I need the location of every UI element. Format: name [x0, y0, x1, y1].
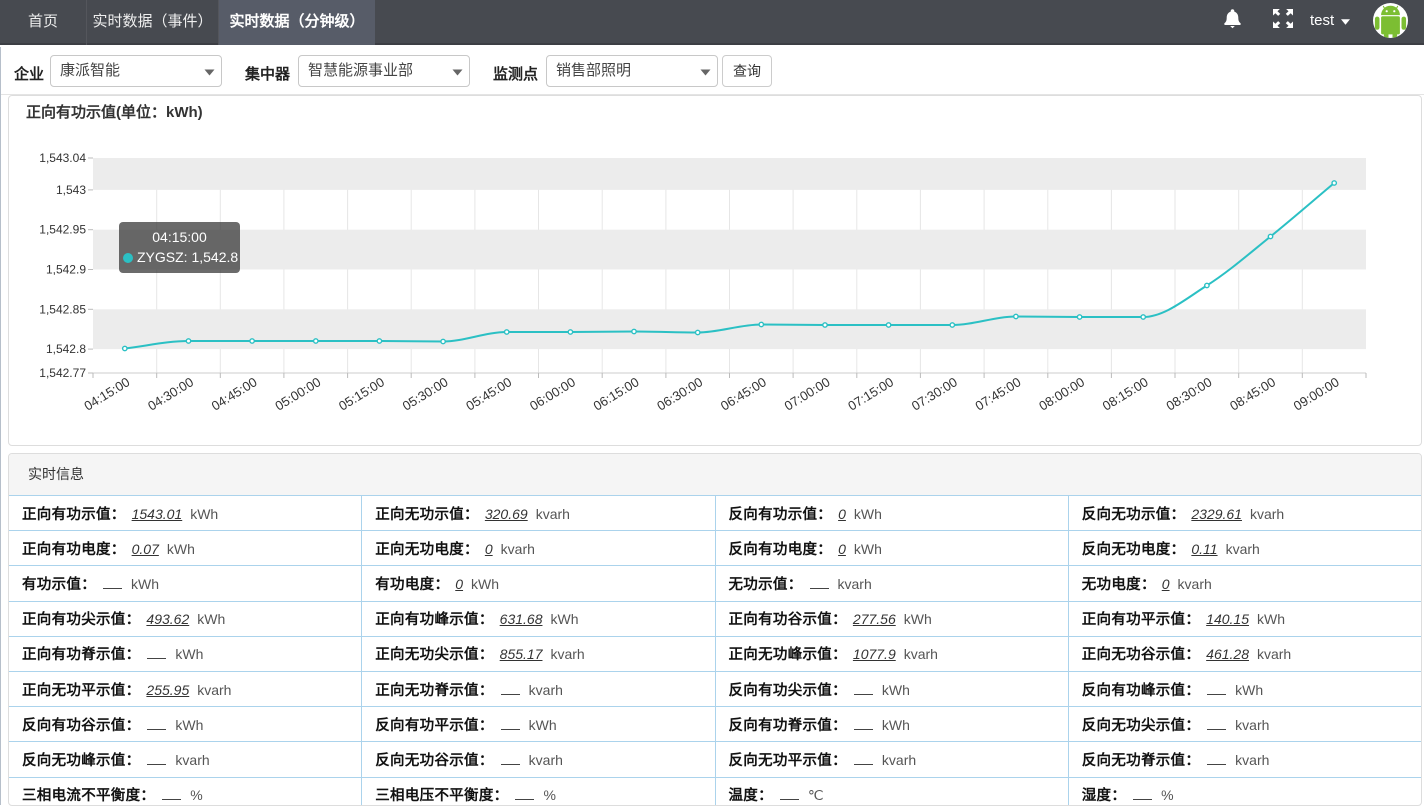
- svg-text:04:45:00: 04:45:00: [209, 374, 260, 413]
- svg-text:07:15:00: 07:15:00: [845, 374, 896, 413]
- svg-text:04:30:00: 04:30:00: [145, 374, 196, 413]
- svg-text:1,542.85: 1,542.85: [39, 302, 86, 316]
- svg-text:09:00:00: 09:00:00: [1291, 374, 1342, 413]
- svg-text:1,542.77: 1,542.77: [39, 366, 86, 380]
- svg-text:06:45:00: 06:45:00: [718, 374, 769, 413]
- svg-text:1,542.9: 1,542.9: [46, 263, 86, 277]
- svg-text:08:00:00: 08:00:00: [1036, 374, 1087, 413]
- svg-text:08:45:00: 08:45:00: [1227, 374, 1278, 413]
- svg-text:08:30:00: 08:30:00: [1163, 374, 1214, 413]
- svg-text:1,543: 1,543: [56, 183, 86, 197]
- svg-text:08:15:00: 08:15:00: [1100, 374, 1151, 413]
- svg-text:1,542.8: 1,542.8: [46, 342, 86, 356]
- svg-text:06:00:00: 06:00:00: [527, 374, 578, 413]
- svg-text:06:30:00: 06:30:00: [654, 374, 705, 413]
- svg-text:04:15:00: 04:15:00: [81, 374, 132, 413]
- svg-text:05:45:00: 05:45:00: [463, 374, 514, 413]
- svg-text:05:00:00: 05:00:00: [272, 374, 323, 413]
- svg-text:1,542.95: 1,542.95: [39, 223, 86, 237]
- svg-text:05:15:00: 05:15:00: [336, 374, 387, 413]
- svg-text:07:30:00: 07:30:00: [909, 374, 960, 413]
- svg-text:07:45:00: 07:45:00: [972, 374, 1023, 413]
- svg-text:05:30:00: 05:30:00: [400, 374, 451, 413]
- svg-text:06:15:00: 06:15:00: [591, 374, 642, 413]
- svg-text:1,543.04: 1,543.04: [39, 151, 86, 165]
- svg-text:07:00:00: 07:00:00: [782, 374, 833, 413]
